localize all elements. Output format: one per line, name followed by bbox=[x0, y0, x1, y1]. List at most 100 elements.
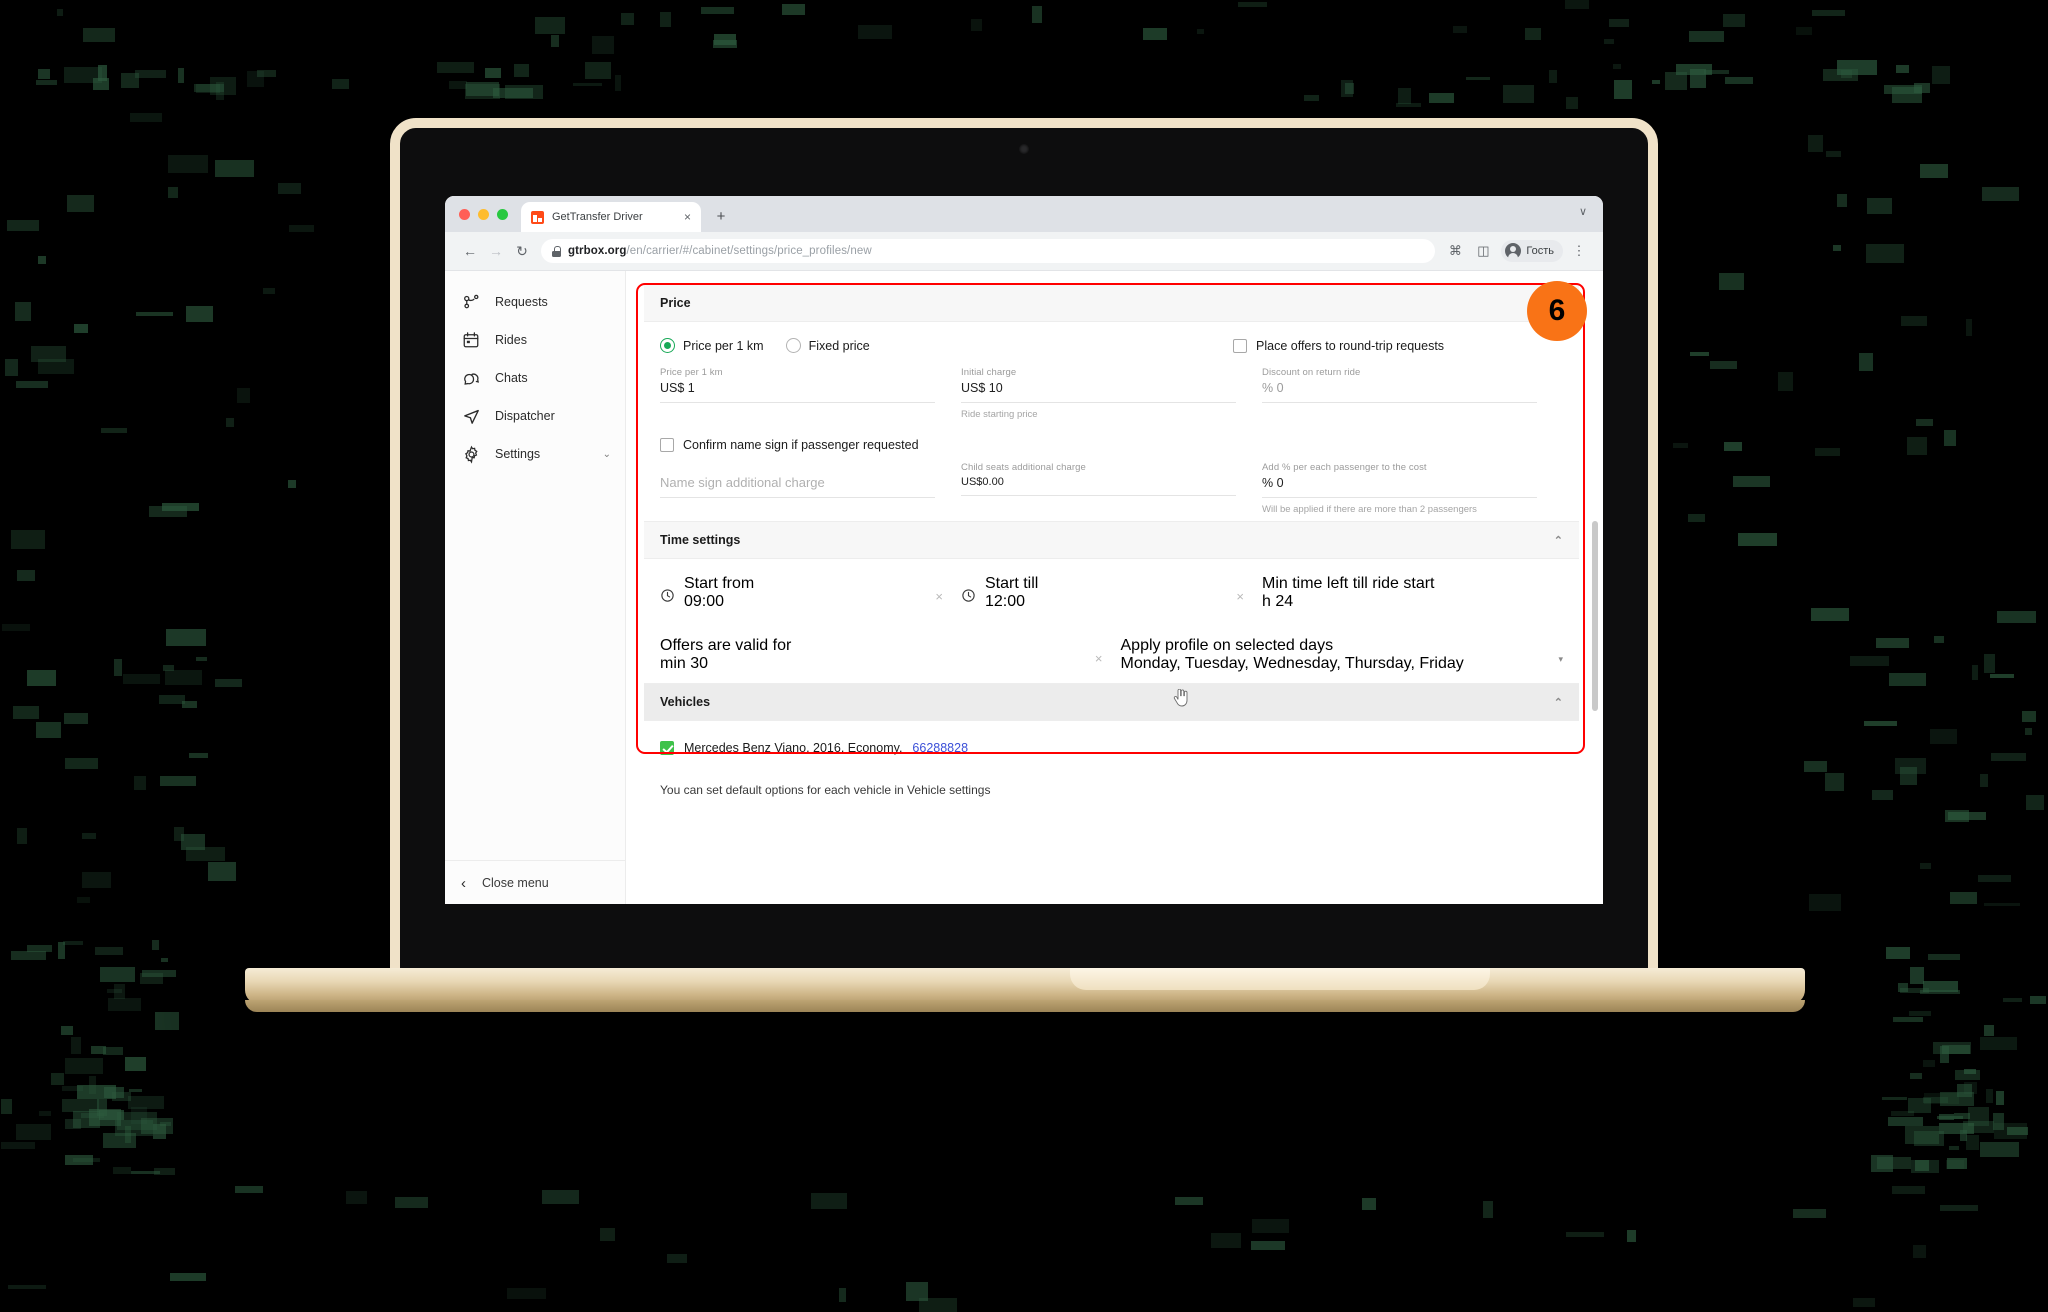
time-settings-header[interactable]: Time settings ⌃ bbox=[644, 522, 1579, 559]
checkbox-off-icon[interactable] bbox=[660, 438, 674, 452]
content-scrollbar[interactable] bbox=[1592, 271, 1601, 904]
sidebar-item-label: Settings bbox=[495, 447, 540, 461]
time-settings-title: Time settings bbox=[660, 533, 740, 547]
chevron-down-icon[interactable]: ▾ bbox=[1558, 654, 1563, 665]
field-value[interactable]: 12:00 bbox=[985, 593, 1227, 611]
field-value[interactable]: % 0 bbox=[1262, 476, 1537, 498]
clear-icon[interactable]: × bbox=[1095, 651, 1103, 666]
checkbox-round-trip-label: Place offers to round-trip requests bbox=[1256, 339, 1444, 353]
chevron-left-icon: ‹ bbox=[461, 876, 466, 891]
radio-price-per-km[interactable]: Price per 1 km bbox=[660, 338, 764, 353]
close-menu-button[interactable]: ‹ Close menu bbox=[445, 860, 625, 904]
browser-menu-icon[interactable]: ⋮ bbox=[1567, 239, 1591, 263]
field-value[interactable]: 09:00 bbox=[684, 593, 926, 611]
field-label: Offers are valid for bbox=[660, 637, 1086, 655]
field-discount-return-ride[interactable]: Discount on return ride % 0 bbox=[1262, 367, 1563, 420]
field-add-percent-per-passenger[interactable]: Add % per each passenger to the cost % 0… bbox=[1262, 462, 1563, 515]
vehicles-footer-note: You can set default options for each veh… bbox=[644, 771, 1579, 809]
tab-title: GetTransfer Driver bbox=[552, 211, 676, 223]
reload-button[interactable]: ↻ bbox=[509, 238, 535, 264]
field-name-sign-charge[interactable]: Name sign additional charge bbox=[660, 462, 961, 515]
radio-on-icon[interactable] bbox=[660, 338, 675, 353]
chevron-up-icon[interactable]: ⌃ bbox=[1554, 696, 1563, 709]
sidebar-item-dispatcher[interactable]: Dispatcher bbox=[445, 397, 625, 435]
field-apply-profile-days[interactable]: Apply profile on selected days Monday, T… bbox=[1121, 637, 1564, 673]
close-window-icon[interactable] bbox=[459, 209, 470, 220]
checkbox-off-icon[interactable] bbox=[1233, 339, 1247, 353]
minimize-window-icon[interactable] bbox=[478, 209, 489, 220]
url-path: /en/carrier/#/cabinet/settings/price_pro… bbox=[627, 245, 872, 257]
profile-button[interactable]: Гость bbox=[1501, 240, 1563, 262]
avatar bbox=[1505, 243, 1521, 259]
field-offers-valid-for[interactable]: Offers are valid for min 30 × bbox=[660, 637, 1121, 673]
vehicles-header[interactable]: Vehicles ⌃ bbox=[644, 684, 1579, 721]
new-tab-button[interactable]: + bbox=[711, 206, 731, 226]
vehicle-label: Mercedes Benz Viano, 2016, Economy, bbox=[684, 741, 902, 755]
vehicle-list-item[interactable]: Mercedes Benz Viano, 2016, Economy, 6628… bbox=[644, 721, 1579, 771]
clear-icon[interactable]: × bbox=[935, 589, 943, 604]
field-value[interactable]: US$ 10 bbox=[961, 381, 1236, 403]
price-section-body: Price per 1 km Fixed price Place offers … bbox=[644, 322, 1579, 522]
field-label: Add % per each passenger to the cost bbox=[1262, 462, 1537, 473]
field-label: Price per 1 km bbox=[660, 367, 935, 378]
maximize-window-icon[interactable] bbox=[497, 209, 508, 220]
price-fields-row-2: Name sign additional charge Child seats … bbox=[660, 462, 1563, 515]
field-value[interactable]: US$ 1 bbox=[660, 381, 935, 403]
paper-plane-icon bbox=[461, 406, 481, 426]
field-placeholder[interactable]: Name sign additional charge bbox=[660, 475, 935, 498]
field-initial-charge[interactable]: Initial charge US$ 10 Ride starting pric… bbox=[961, 367, 1262, 420]
chevron-down-icon[interactable]: ⌄ bbox=[603, 449, 611, 460]
price-fields-row-1: Price per 1 km US$ 1 Initial charge US$ … bbox=[660, 367, 1563, 420]
step-badge: 6 bbox=[1527, 281, 1587, 341]
vehicle-plate-link[interactable]: 66288828 bbox=[912, 741, 968, 755]
price-card: Price Price per 1 km Fixed price Place o… bbox=[644, 285, 1579, 522]
back-button[interactable]: ← bbox=[457, 238, 483, 264]
vehicles-card: Vehicles ⌃ Mercedes Benz Viano, 2016, Ec… bbox=[644, 684, 1579, 809]
window-controls[interactable] bbox=[459, 209, 508, 220]
field-label: Min time left till ride start bbox=[1262, 575, 1545, 593]
radio-off-icon[interactable] bbox=[786, 338, 801, 353]
field-value[interactable]: % 0 bbox=[1262, 381, 1537, 403]
field-value[interactable]: h 24 bbox=[1262, 593, 1545, 611]
mouse-cursor-icon bbox=[1173, 689, 1189, 707]
sidebar-nav: Requests Rides Chats Dispatcher Settings… bbox=[445, 271, 625, 860]
checkbox-on-icon[interactable] bbox=[660, 741, 674, 755]
scrollbar-thumb[interactable] bbox=[1592, 521, 1598, 711]
sidebar-item-requests[interactable]: Requests bbox=[445, 283, 625, 321]
close-tab-icon[interactable]: × bbox=[684, 211, 691, 223]
field-start-from[interactable]: Start from 09:00 × bbox=[660, 575, 961, 611]
field-start-till[interactable]: Start till 12:00 × bbox=[961, 575, 1262, 611]
field-value[interactable]: US$0.00 bbox=[961, 476, 1236, 496]
gettransfer-favicon-icon bbox=[531, 211, 544, 224]
chat-bubbles-icon bbox=[461, 368, 481, 388]
checkbox-confirm-name-sign[interactable]: Confirm name sign if passenger requested bbox=[660, 438, 919, 452]
chevron-up-icon[interactable]: ⌃ bbox=[1554, 534, 1563, 547]
side-panel-icon[interactable]: ◫ bbox=[1471, 239, 1495, 263]
field-value[interactable]: Monday, Tuesday, Wednesday, Thursday, Fr… bbox=[1121, 655, 1550, 673]
field-value[interactable]: min 30 bbox=[660, 655, 1086, 673]
sidebar-item-settings[interactable]: Settings ⌄ bbox=[445, 435, 625, 473]
app-page: Requests Rides Chats Dispatcher Settings… bbox=[445, 271, 1603, 904]
field-col: Start from 09:00 bbox=[684, 575, 926, 611]
address-bar[interactable]: gtrbox.org/en/carrier/#/cabinet/settings… bbox=[541, 239, 1435, 263]
browser-window: GetTransfer Driver × + ∨ ← → ↻ gtrbox.or… bbox=[445, 196, 1603, 904]
sidebar-item-chats[interactable]: Chats bbox=[445, 359, 625, 397]
field-price-per-km[interactable]: Price per 1 km US$ 1 bbox=[660, 367, 961, 420]
field-label: Start till bbox=[985, 575, 1227, 593]
time-settings-body: Start from 09:00 × Start till 12:00 × Mi… bbox=[644, 559, 1579, 684]
laptop-base-edge bbox=[245, 1000, 1805, 1012]
sidebar-item-rides[interactable]: Rides bbox=[445, 321, 625, 359]
field-min-time-left[interactable]: Min time left till ride start h 24 bbox=[1262, 575, 1563, 611]
forward-button[interactable]: → bbox=[483, 238, 509, 264]
laptop-base-notch bbox=[1070, 968, 1490, 990]
radio-fixed-price[interactable]: Fixed price bbox=[786, 338, 870, 353]
field-label: Initial charge bbox=[961, 367, 1236, 378]
command-icon[interactable]: ⌘ bbox=[1443, 239, 1467, 263]
clear-icon[interactable]: × bbox=[1236, 589, 1244, 604]
tab-search-chevron-icon[interactable]: ∨ bbox=[1579, 207, 1587, 218]
browser-tab[interactable]: GetTransfer Driver × bbox=[521, 202, 701, 232]
checkbox-round-trip[interactable]: Place offers to round-trip requests bbox=[1233, 339, 1563, 353]
field-child-seats-charge[interactable]: Child seats additional charge US$0.00 bbox=[961, 462, 1262, 515]
vehicles-title: Vehicles bbox=[660, 695, 710, 709]
field-col: Min time left till ride start h 24 bbox=[1262, 575, 1545, 611]
